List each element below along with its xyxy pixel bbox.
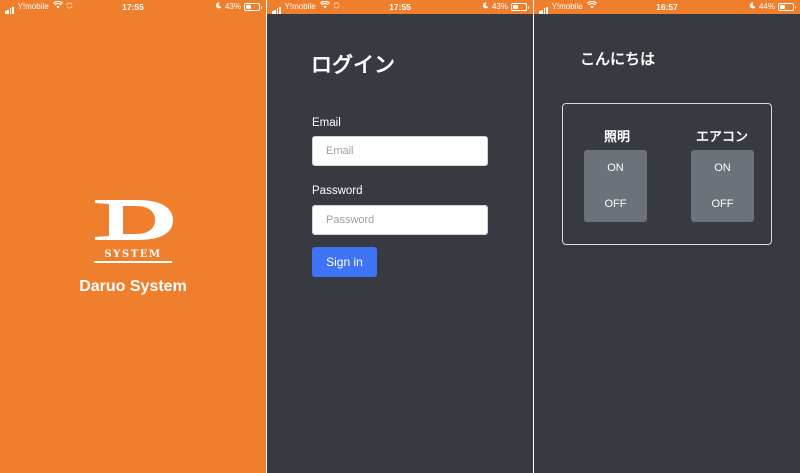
app-name: Daruo System [79, 278, 187, 295]
battery-fill [513, 5, 519, 9]
status-bar: Y!mobile 17:55 43% [0, 0, 266, 14]
battery-percent: 43% [491, 2, 508, 11]
lighting-toggle-group: ON OFF [584, 150, 647, 222]
aircon-on-button[interactable]: ON [691, 162, 754, 174]
status-right: 44% [749, 0, 796, 14]
control-screen: Y!mobile 16:57 44% こんにちは 照明 ON OFF エアコン [534, 0, 800, 473]
lighting-on-button[interactable]: ON [584, 162, 647, 174]
aircon-toggle-group: ON OFF [691, 150, 754, 222]
status-bar: Y!mobile 17:55 43% [267, 0, 533, 14]
battery-icon [778, 3, 796, 11]
status-bar: Y!mobile 16:57 44% [534, 0, 800, 14]
status-right: 43% [215, 0, 262, 14]
password-field[interactable]: Password [312, 205, 488, 235]
aircon-label: エアコン [695, 130, 748, 145]
lighting-label: 照明 [603, 130, 630, 145]
status-right: 43% [482, 0, 529, 14]
greeting-text: こんにちは [580, 50, 656, 68]
logo-wordmark: SYSTEM [92, 249, 174, 263]
battery-icon [511, 3, 529, 11]
do-not-disturb-icon [749, 0, 756, 14]
battery-percent: 43% [224, 2, 241, 11]
aircon-off-button[interactable]: OFF [691, 198, 754, 210]
do-not-disturb-icon [482, 0, 489, 14]
email-label: Email [312, 117, 341, 129]
splash-screen: Y!mobile 17:55 43% SYSTEM Daruo System [0, 0, 266, 473]
battery-percent: 44% [758, 2, 775, 11]
battery-fill [780, 5, 786, 9]
email-field[interactable]: Email [312, 136, 488, 166]
page-title: ログイン [311, 53, 395, 77]
battery-icon [244, 3, 262, 11]
password-label: Password [312, 185, 363, 197]
app-screenshots: Y!mobile 17:55 43% SYSTEM Daruo System Y… [0, 0, 800, 473]
logo-d-icon [93, 197, 175, 242]
lighting-off-button[interactable]: OFF [584, 198, 647, 210]
sign-in-button[interactable]: Sign in [312, 247, 377, 277]
battery-fill [246, 5, 252, 9]
do-not-disturb-icon [215, 0, 222, 14]
login-screen: Y!mobile 17:55 43% ログイン Email Email Pass… [267, 0, 533, 473]
